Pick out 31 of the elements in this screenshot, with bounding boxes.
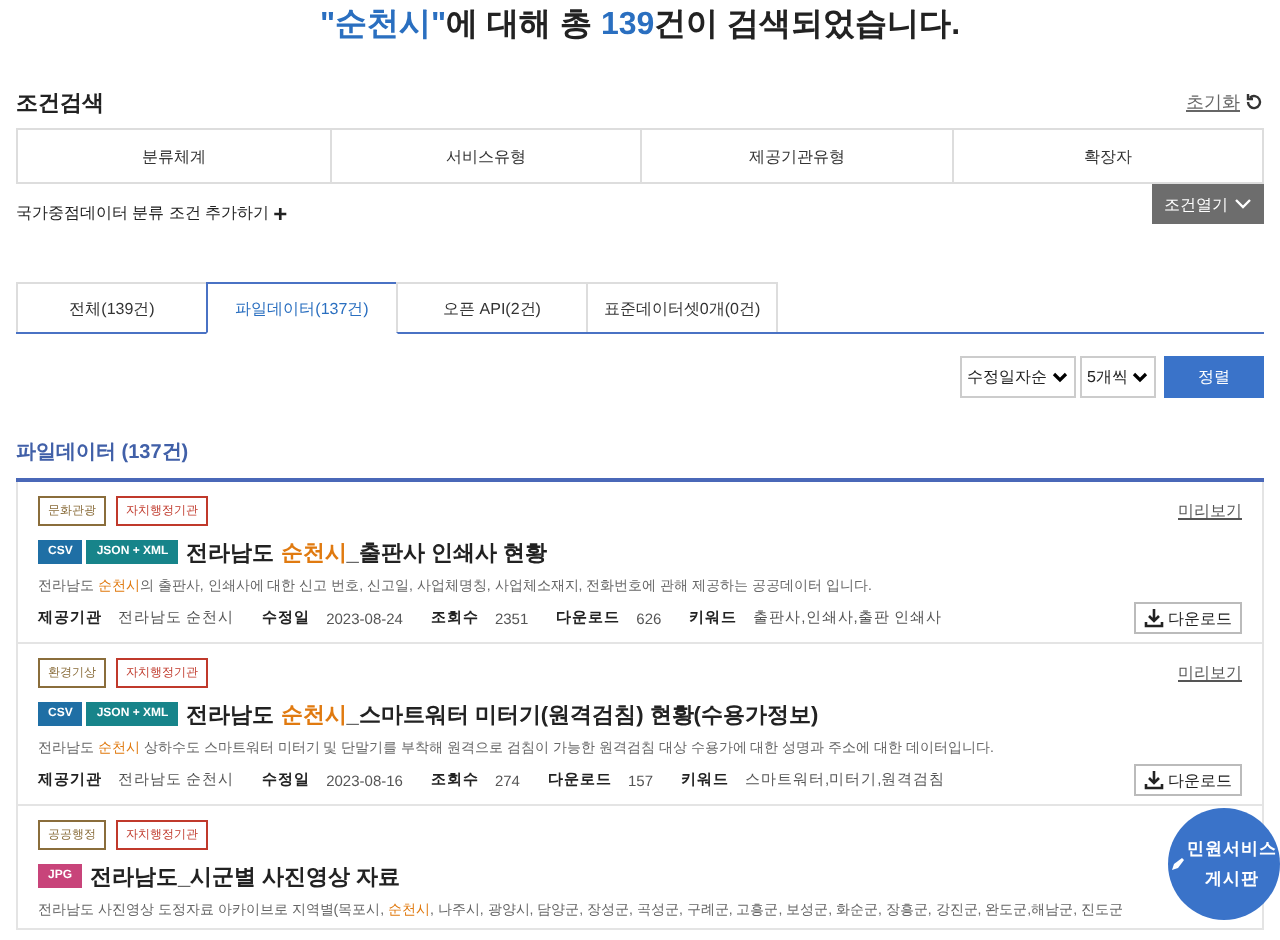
download-button[interactable]: 다운로드 [1134, 764, 1242, 796]
dataset-title[interactable]: 전라남도_시군별 사진영상 자료 [90, 861, 401, 891]
filter-category[interactable]: 확장자 [951, 130, 1262, 182]
tab[interactable]: 파일데이터(137건) [206, 282, 398, 334]
download-button[interactable]: 다운로드 [1134, 602, 1242, 634]
result-headline: "순천시"에 대해 총 139건이 검색되었습니다. [317, 6, 963, 46]
sort-select[interactable]: 수정일자순 [959, 356, 1076, 398]
section-title: 파일데이터 (137건) [16, 438, 1264, 482]
add-condition-link[interactable]: 국가중점데이터 분류 조건 추가하기 + [16, 202, 288, 224]
complaint-board-button[interactable]: 민원서비스 게시판 [1168, 808, 1280, 920]
open-conditions-button[interactable]: 조건열기 [1152, 184, 1264, 224]
preview-link[interactable]: 미리보기 [1178, 499, 1242, 521]
preview-link[interactable]: 미리보기 [1178, 661, 1242, 683]
reset-link[interactable]: 초기화 [1186, 89, 1264, 115]
filter-category[interactable]: 분류체계 [18, 130, 329, 182]
chevron-down-icon [1132, 371, 1148, 383]
tab[interactable]: 표준데이터셋0개(0건) [586, 282, 778, 332]
download-icon [1144, 770, 1164, 790]
sort-button[interactable]: 정렬 [1164, 356, 1264, 398]
pencil-icon [1170, 856, 1186, 872]
sort-select[interactable]: 5개씩 [1079, 356, 1156, 398]
dataset-title[interactable]: 전라남도 순천시_스마트워터 미터기(원격검침) 현황(수용가정보) [186, 699, 819, 729]
download-icon [1144, 608, 1164, 628]
dataset-title[interactable]: 전라남도 순천시_출판사 인쇄사 현황 [186, 537, 547, 567]
chevron-down-icon [1051, 371, 1068, 383]
chevron-down-icon [1234, 198, 1252, 210]
refresh-icon [1244, 92, 1264, 112]
tab[interactable]: 오픈 API(2건) [396, 282, 588, 332]
filter-category[interactable]: 서비스유형 [329, 130, 640, 182]
section-title: 조건검색 [16, 89, 104, 117]
filter-category[interactable]: 제공기관유형 [640, 130, 951, 182]
